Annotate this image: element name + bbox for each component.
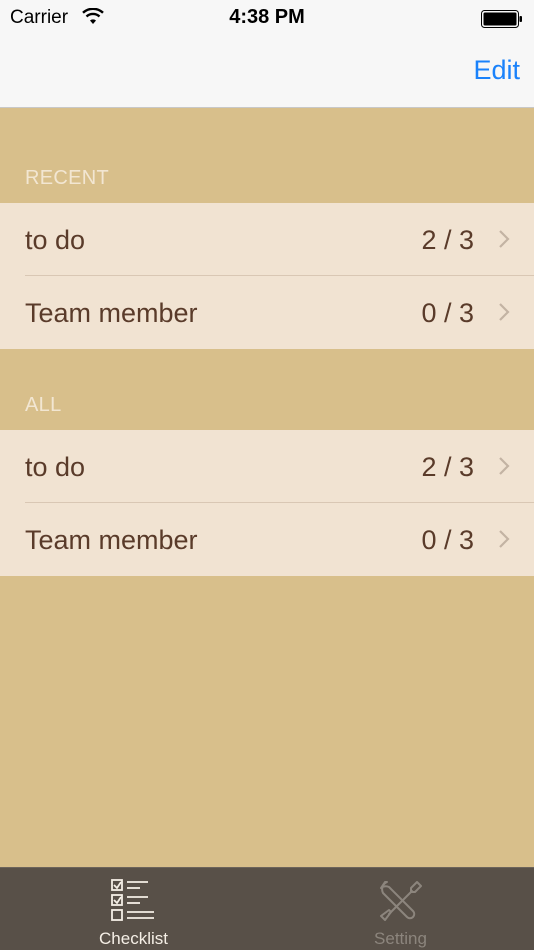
recent-row-to-do[interactable]: to do 2 / 3 [0,203,534,276]
row-count: 2 / 3 [421,452,474,482]
battery-icon [481,10,523,33]
row-count: 0 / 3 [421,525,474,555]
tab-checklist[interactable]: Checklist [0,868,267,950]
row-count: 0 / 3 [421,298,474,328]
edit-button[interactable]: Edit [473,55,520,86]
tab-label-checklist: Checklist [99,929,168,948]
wrench-screwdriver-icon [377,878,423,929]
section-header-recent: RECENT [25,167,110,189]
chevron-right-icon [498,229,510,254]
status-bar: Carrier 4:38 PM [0,0,534,38]
row-title: to do [25,452,86,482]
status-time: 4:38 PM [229,6,305,28]
row-title: Team member [25,298,198,328]
all-row-team-member[interactable]: Team member 0 / 3 [0,503,534,576]
navigation-bar: Edit [0,38,534,108]
chevron-right-icon [498,302,510,327]
tab-label-setting: Setting [374,929,427,948]
recent-row-team-member[interactable]: Team member 0 / 3 [0,276,534,349]
row-title: to do [25,225,86,255]
checklist-icon [110,878,156,929]
row-title: Team member [25,525,198,555]
chevron-right-icon [498,456,510,481]
row-count: 2 / 3 [421,225,474,255]
chevron-right-icon [498,529,510,554]
tab-bar: Checklist Setting [0,867,534,950]
section-header-all: ALL [25,394,62,416]
all-row-to-do[interactable]: to do 2 / 3 [0,430,534,503]
tab-setting[interactable]: Setting [267,868,534,950]
